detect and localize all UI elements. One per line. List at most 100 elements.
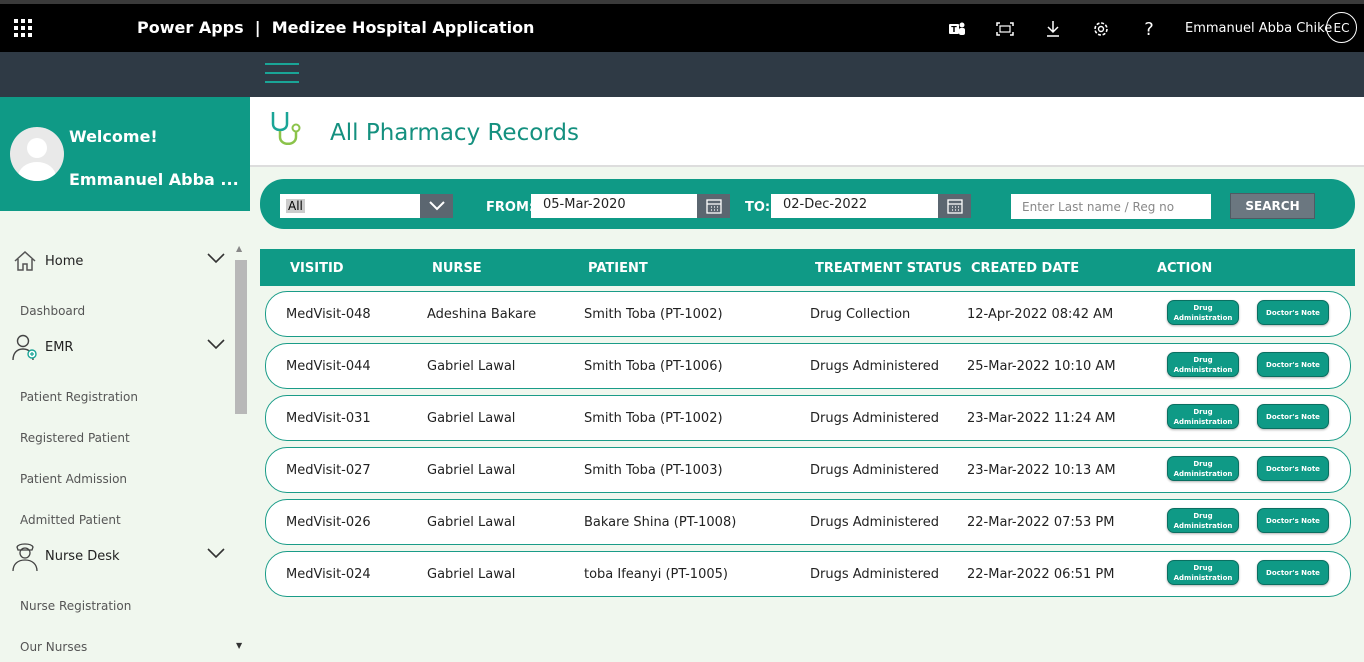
table-row[interactable]: MedVisit-027 Gabriel Lawal Smith Toba (PT-… xyxy=(265,447,1351,493)
patient-cell: Smith Toba (PT-1002) xyxy=(584,411,723,426)
visit-id-cell: MedVisit-031 xyxy=(286,411,371,426)
drug-administration-label-line2: Administration xyxy=(1173,417,1233,426)
sidebar-item-our-nurses[interactable]: Our Nurses xyxy=(20,640,87,654)
treatment-status-cell: Drugs Administered xyxy=(810,463,939,478)
drug-administration-button[interactable]: Drug Administration xyxy=(1167,300,1239,325)
welcome-panel: Welcome! Emmanuel Abba ... xyxy=(0,97,250,211)
doctors-note-button[interactable]: Doctor's Note xyxy=(1257,404,1329,429)
download-icon[interactable] xyxy=(1040,16,1066,42)
hamburger-menu-icon[interactable] xyxy=(265,63,299,85)
doctors-note-button[interactable]: Doctor's Note xyxy=(1257,300,1329,325)
sidebar-item-registered-patient[interactable]: Registered Patient xyxy=(20,431,130,445)
user-name: Emmanuel Abba Chike xyxy=(1185,21,1333,36)
patient-cell: toba Ifeanyi (PT-1005) xyxy=(584,567,728,582)
treatment-status-cell: Drugs Administered xyxy=(810,567,939,582)
chevron-down-icon[interactable] xyxy=(420,194,453,218)
stethoscope-icon xyxy=(271,112,301,145)
search-button[interactable]: SEARCH xyxy=(1230,193,1315,219)
treatment-status-cell: Drugs Administered xyxy=(810,359,939,374)
sidebar-item-dashboard[interactable]: Dashboard xyxy=(20,304,85,318)
treatment-status-cell: Drug Collection xyxy=(810,307,911,322)
app-launcher-icon[interactable] xyxy=(14,19,32,37)
nav-emr[interactable]: EMR xyxy=(10,332,230,362)
chevron-down-icon[interactable] xyxy=(207,338,225,350)
from-date-field[interactable]: 05-Mar-2020 xyxy=(531,194,697,218)
nav-emr-label: EMR xyxy=(45,339,74,355)
sidebar-item-patient-admission[interactable]: Patient Admission xyxy=(20,472,127,486)
to-label: TO: xyxy=(745,200,771,215)
calendar-icon[interactable] xyxy=(697,194,730,218)
nav-home[interactable]: Home xyxy=(10,246,230,276)
svg-text:T: T xyxy=(951,25,957,34)
drug-administration-button[interactable]: Drug Administration xyxy=(1167,456,1239,481)
drug-administration-button[interactable]: Drug Administration xyxy=(1167,352,1239,377)
status-dropdown-value: All xyxy=(286,199,305,213)
app-title: Power Apps | Medizee Hospital Applicatio… xyxy=(137,18,535,37)
nurse-cell: Gabriel Lawal xyxy=(427,359,516,374)
nurse-icon xyxy=(10,541,40,572)
table-row[interactable]: MedVisit-024 Gabriel Lawal toba Ifeanyi (P… xyxy=(265,551,1351,597)
from-label: FROM: xyxy=(486,200,535,215)
sidebar: Home Dashboard EMR Patient Registration … xyxy=(0,211,250,662)
drug-administration-label-line1: Drug xyxy=(1193,407,1213,416)
treatment-status-cell: Drugs Administered xyxy=(810,515,939,530)
created-date-cell: 23-Mar-2022 10:13 AM xyxy=(967,463,1116,478)
sidebar-item-nurse-registration[interactable]: Nurse Registration xyxy=(20,599,131,613)
help-icon[interactable]: ? xyxy=(1136,16,1162,42)
welcome-user-name: Emmanuel Abba ... xyxy=(69,170,239,189)
scroll-up-icon[interactable]: ▲ xyxy=(236,244,242,253)
user-avatar[interactable]: EC xyxy=(1326,12,1357,43)
sidebar-scroll-thumb[interactable] xyxy=(235,260,247,414)
sidebar-item-patient-registration[interactable]: Patient Registration xyxy=(20,390,138,404)
chevron-down-icon[interactable] xyxy=(207,252,225,264)
avatar xyxy=(10,127,64,181)
created-date-cell: 22-Mar-2022 06:51 PM xyxy=(967,567,1115,582)
drug-administration-label-line2: Administration xyxy=(1173,469,1233,478)
column-header-treatment-status: TREATMENT STATUS xyxy=(815,261,962,276)
drug-administration-label-line1: Drug xyxy=(1193,563,1213,572)
table-row[interactable]: MedVisit-048 Adeshina Bakare Smith Toba (P… xyxy=(265,291,1351,337)
sidebar-item-admitted-patient[interactable]: Admitted Patient xyxy=(20,513,121,527)
nurse-cell: Adeshina Bakare xyxy=(427,307,537,322)
visit-id-cell: MedVisit-044 xyxy=(286,359,371,374)
chevron-down-icon[interactable] xyxy=(207,547,225,559)
drug-administration-button[interactable]: Drug Administration xyxy=(1167,508,1239,533)
drug-administration-label-line1: Drug xyxy=(1193,511,1213,520)
doctors-note-button[interactable]: Doctor's Note xyxy=(1257,560,1329,585)
nurse-cell: Gabriel Lawal xyxy=(427,463,516,478)
doctor-icon xyxy=(10,332,40,362)
gear-icon[interactable] xyxy=(1088,16,1114,42)
drug-administration-label-line1: Drug xyxy=(1193,459,1213,468)
top-bar: Power Apps | Medizee Hospital Applicatio… xyxy=(0,0,1364,52)
nav-home-label: Home xyxy=(45,253,84,269)
visit-id-cell: MedVisit-024 xyxy=(286,567,371,582)
calendar-icon[interactable] xyxy=(938,194,971,218)
sidebar-top-band xyxy=(0,52,250,97)
scroll-down-icon[interactable]: ▼ xyxy=(236,641,242,650)
table-row[interactable]: MedVisit-026 Gabriel Lawal Bakare Shina (P… xyxy=(265,499,1351,545)
doctors-note-button[interactable]: Doctor's Note xyxy=(1257,456,1329,481)
doctors-note-button[interactable]: Doctor's Note xyxy=(1257,508,1329,533)
table-header: VISITID NURSE PATIENT TREATMENT STATUS C… xyxy=(260,249,1355,286)
doctors-note-button[interactable]: Doctor's Note xyxy=(1257,352,1329,377)
drug-administration-label-line2: Administration xyxy=(1173,521,1233,530)
teams-icon[interactable]: T xyxy=(944,16,970,42)
drug-administration-label-line2: Administration xyxy=(1173,365,1233,374)
column-header-action: ACTION xyxy=(1157,261,1213,276)
to-date-field[interactable]: 02-Dec-2022 xyxy=(771,194,938,218)
column-header-patient: PATIENT xyxy=(588,261,648,276)
table-row[interactable]: MedVisit-044 Gabriel Lawal Smith Toba (PT-… xyxy=(265,343,1351,389)
visit-id-cell: MedVisit-026 xyxy=(286,515,371,530)
drug-administration-label-line1: Drug xyxy=(1193,355,1213,364)
table-row[interactable]: MedVisit-031 Gabriel Lawal Smith Toba (PT-… xyxy=(265,395,1351,441)
search-input[interactable] xyxy=(1011,194,1211,219)
fit-screen-icon[interactable] xyxy=(992,16,1018,42)
drug-administration-button[interactable]: Drug Administration xyxy=(1167,560,1239,585)
nav-nurse-desk[interactable]: Nurse Desk xyxy=(10,541,230,572)
welcome-title: Welcome! xyxy=(69,127,158,146)
drug-administration-button[interactable]: Drug Administration xyxy=(1167,404,1239,429)
patient-cell: Bakare Shina (PT-1008) xyxy=(584,515,737,530)
created-date-cell: 22-Mar-2022 07:53 PM xyxy=(967,515,1115,530)
nurse-cell: Gabriel Lawal xyxy=(427,515,516,530)
column-header-created-date: CREATED DATE xyxy=(971,261,1080,276)
